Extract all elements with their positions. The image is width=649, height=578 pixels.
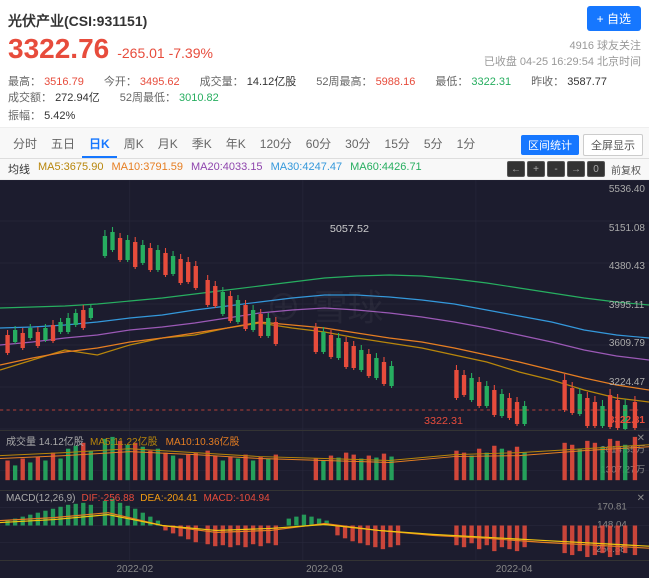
macd-dea: DEA:-204.41 bbox=[140, 493, 197, 504]
main-price: 3322.76 bbox=[8, 33, 109, 65]
macd-dif: DIF:-256.88 bbox=[81, 493, 134, 504]
tab-60min[interactable]: 60分 bbox=[299, 131, 338, 158]
high-value: 3516.79 bbox=[44, 76, 84, 88]
tab-month-k[interactable]: 月K bbox=[151, 131, 185, 158]
ma5-value: MA5:3675.90 bbox=[38, 161, 103, 177]
volume-area-label: 成交量 14.12亿股 bbox=[6, 433, 84, 448]
volume-value: 14.12亿股 bbox=[247, 76, 297, 88]
open-label: 今开： bbox=[104, 76, 137, 88]
y-axis-labels: 5536.40 5151.08 4380.43 3995.11 3609.79 … bbox=[609, 180, 645, 430]
nav-prev-button[interactable]: ← bbox=[507, 161, 525, 177]
x-axis: 2022-02 2022-03 2022-04 bbox=[0, 560, 649, 578]
52w-low-label: 52周最低： bbox=[120, 92, 176, 104]
tab-day-k[interactable]: 日K bbox=[82, 131, 117, 158]
macd-val: MACD:-104.94 bbox=[204, 493, 270, 504]
nav-reset-button[interactable]: 0 bbox=[587, 161, 605, 177]
tab-15min[interactable]: 15分 bbox=[378, 131, 417, 158]
volume-label: 成交量： bbox=[200, 76, 244, 88]
macd-title: MACD(12,26,9) bbox=[6, 493, 75, 504]
y-label-5: 3609.79 bbox=[609, 338, 645, 349]
vol-ma5: MA5:11.22亿股 bbox=[90, 433, 158, 448]
price-change: -265.01 -7.39% bbox=[117, 45, 213, 61]
chart-area: ⊕ 雪球 5536.40 5151.08 4380.43 3995.11 360… bbox=[0, 180, 649, 578]
low-label: 最低： bbox=[435, 76, 468, 88]
x-label-feb: 2022-02 bbox=[116, 564, 153, 575]
tab-fen-shi[interactable]: 分时 bbox=[6, 131, 44, 158]
stats-row: 最高： 3516.79 今开： 3495.62 成交量： 14.12亿股 52周… bbox=[8, 73, 641, 105]
macd-area-label: MACD(12,26,9) DIF:-256.88 DEA:-204.41 MA… bbox=[6, 493, 270, 504]
y-label-1: 5536.40 bbox=[609, 184, 645, 195]
y-label-6: 3224.47 bbox=[609, 377, 645, 388]
tab-week-k[interactable]: 周K bbox=[117, 131, 151, 158]
interval-stats-button[interactable]: 区间统计 bbox=[521, 135, 579, 155]
ma60-value: MA60:4426.71 bbox=[350, 161, 422, 177]
nav-zoom-in-button[interactable]: + bbox=[527, 161, 545, 177]
tab-120min[interactable]: 120分 bbox=[253, 131, 299, 158]
macd-chart: ✕ MACD(12,26,9) DIF:-256.88 DEA:-204.41 … bbox=[0, 490, 649, 560]
high-label: 最高： bbox=[8, 76, 41, 88]
stock-title: 光伏产业(CSI:931151) bbox=[8, 11, 213, 31]
tab-5-day[interactable]: 五日 bbox=[44, 131, 82, 158]
fullscreen-button[interactable]: 全屏显示 bbox=[583, 134, 643, 156]
candlestick-svg: 5057.52 bbox=[0, 180, 649, 430]
main-chart[interactable]: ⊕ 雪球 5536.40 5151.08 4380.43 3995.11 360… bbox=[0, 180, 649, 430]
market-datetime: 已收盘 04-25 16:29:54 北京时间 bbox=[484, 53, 641, 69]
amplitude-value: 5.42% bbox=[44, 110, 75, 122]
ma30-value: MA30:4247.47 bbox=[271, 161, 343, 177]
ma20-value: MA20:4033.15 bbox=[191, 161, 263, 177]
fq-label[interactable]: 前复权 bbox=[611, 162, 641, 177]
svg-text:170.81: 170.81 bbox=[597, 502, 627, 512]
52w-high-label: 52周最高： bbox=[316, 76, 372, 88]
y-label-last: 3322.31 bbox=[609, 415, 645, 426]
vol-ma10: MA10:10.36亿股 bbox=[166, 433, 240, 448]
stats-row-2: 振幅： 5.42% bbox=[8, 107, 641, 123]
y-label-2: 5151.08 bbox=[609, 223, 645, 234]
nav-zoom-out-button[interactable]: - bbox=[547, 161, 565, 177]
52w-high-value: 5988.16 bbox=[376, 76, 416, 88]
followers-count: 4916 球友关注 bbox=[484, 37, 641, 53]
volume-chart: ✕ 成交量 14.12亿股 MA5:11.22亿股 MA10:10.36亿股 2… bbox=[0, 430, 649, 490]
prev-close-value: 3587.77 bbox=[567, 76, 607, 88]
y-label-3: 4380.43 bbox=[609, 261, 645, 272]
tab-bar: 分时 五日 日K 周K 月K 季K 年K 120分 60分 30分 15分 5分… bbox=[0, 128, 649, 159]
tab-year-k[interactable]: 年K bbox=[219, 131, 253, 158]
tab-1min[interactable]: 1分 bbox=[450, 131, 483, 158]
add-watchlist-button[interactable]: + 自选 bbox=[587, 6, 641, 31]
open-value: 3495.62 bbox=[140, 76, 180, 88]
ma-label: 均线 bbox=[8, 161, 30, 177]
volume-ma-labels: MA5:11.22亿股 MA10:10.36亿股 bbox=[90, 433, 240, 448]
52w-low-value: 3010.82 bbox=[179, 92, 219, 104]
header: 光伏产业(CSI:931151) 3322.76 -265.01 -7.39% … bbox=[0, 0, 649, 128]
amount-label: 成交额： bbox=[8, 92, 52, 104]
low-value: 3322.31 bbox=[471, 76, 511, 88]
macd-close-button[interactable]: ✕ bbox=[637, 493, 645, 504]
ma-line: 均线 MA5:3675.90 MA10:3791.59 MA20:4033.15… bbox=[0, 159, 649, 180]
amplitude-label: 振幅： bbox=[8, 110, 41, 122]
x-label-apr: 2022-04 bbox=[496, 564, 533, 575]
nav-next-button[interactable]: → bbox=[567, 161, 585, 177]
volume-close-button[interactable]: ✕ bbox=[637, 433, 645, 444]
svg-text:5057.52: 5057.52 bbox=[330, 224, 369, 235]
y-label-4: 3995.11 bbox=[609, 300, 645, 311]
svg-text:3322.31: 3322.31 bbox=[424, 416, 463, 427]
ma10-value: MA10:3791.59 bbox=[111, 161, 183, 177]
tab-quarter-k[interactable]: 季K bbox=[185, 131, 219, 158]
amount-value: 272.94亿 bbox=[55, 92, 100, 104]
tab-30min[interactable]: 30分 bbox=[338, 131, 377, 158]
x-label-mar: 2022-03 bbox=[306, 564, 343, 575]
svg-text:1307.27万: 1307.27万 bbox=[600, 465, 645, 475]
prev-close-label: 昨收： bbox=[531, 76, 564, 88]
tab-5min[interactable]: 5分 bbox=[417, 131, 450, 158]
